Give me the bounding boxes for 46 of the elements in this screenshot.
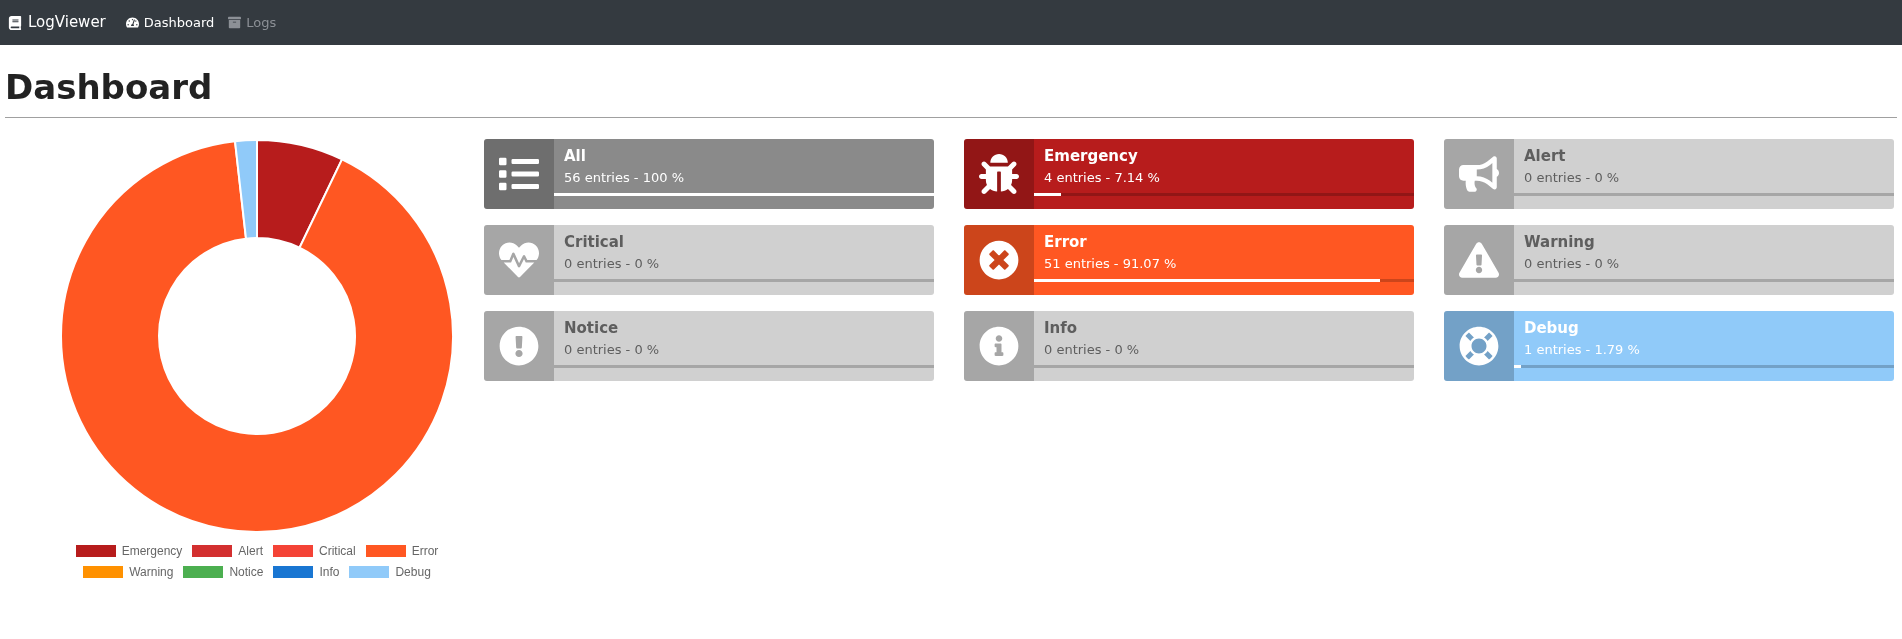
legend-label: Info (319, 564, 340, 581)
card-title: Error (1043, 232, 1088, 253)
card-info: 0 entries - 0 % (563, 255, 661, 273)
level-card[interactable]: Warning 0 entries - 0 % (1444, 225, 1894, 295)
card-info: 0 entries - 0 % (1523, 169, 1621, 187)
card-info: 51 entries - 91.07 % (1043, 255, 1178, 273)
warning-triangle-icon (1459, 240, 1499, 280)
card-title: Alert (1523, 146, 1567, 167)
card-info: 0 entries - 0 % (563, 341, 661, 359)
nav-link[interactable]: Logs (228, 12, 277, 33)
legend-label: Critical (319, 543, 356, 560)
level-card[interactable]: All 56 entries - 100 % (484, 139, 934, 209)
level-card[interactable]: Alert 0 entries - 0 % (1444, 139, 1894, 209)
card-info: 4 entries - 7.14 % (1043, 169, 1161, 187)
level-card[interactable]: Critical 0 entries - 0 % (484, 225, 934, 295)
page-title: Dashboard (5, 66, 214, 109)
card-title: Debug (1523, 318, 1580, 339)
legend-label: Warning (129, 564, 174, 581)
card-title: Emergency (1043, 146, 1139, 167)
bug-icon (979, 154, 1019, 194)
legend-label: Debug (395, 564, 431, 581)
nav-link[interactable]: Dashboard (125, 12, 215, 33)
level-card[interactable]: Notice 0 entries - 0 % (484, 311, 934, 381)
card-title: All (563, 146, 587, 167)
dashboard-gauge-icon (125, 16, 139, 29)
card-info: 56 entries - 100 % (563, 169, 685, 187)
legend-label: Emergency (121, 543, 183, 560)
book-icon (8, 15, 22, 30)
level-card[interactable]: Emergency 4 entries - 7.14 % (964, 139, 1414, 209)
heartbeat-icon (499, 240, 539, 280)
level-card[interactable]: Info 0 entries - 0 % (964, 311, 1414, 381)
level-card[interactable]: Error 51 entries - 91.07 % (964, 225, 1414, 295)
legend-label: Notice (229, 564, 264, 581)
life-ring-icon (1459, 326, 1499, 366)
card-title: Warning (1523, 232, 1596, 253)
card-info: 1 entries - 1.79 % (1523, 341, 1641, 359)
archive-box-icon (228, 16, 242, 29)
card-info: 0 entries - 0 % (1523, 255, 1621, 273)
brand-link[interactable]: LogViewer (8, 11, 106, 34)
card-title: Info (1043, 318, 1079, 339)
legend-label: Error (411, 543, 439, 560)
legend-label: Alert (238, 543, 263, 560)
card-title: Notice (563, 318, 620, 339)
megaphone-icon (1459, 154, 1499, 194)
card-title: Critical (563, 232, 625, 253)
card-info: 0 entries - 0 % (1043, 341, 1141, 359)
